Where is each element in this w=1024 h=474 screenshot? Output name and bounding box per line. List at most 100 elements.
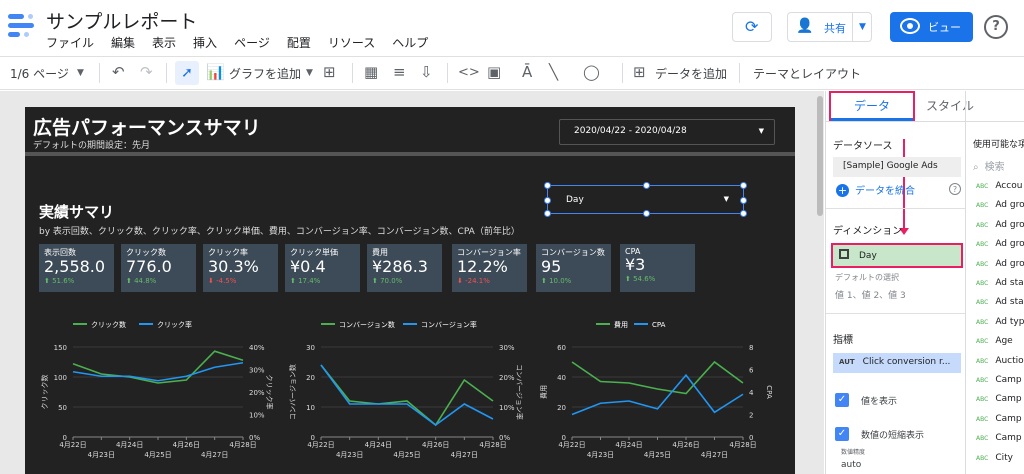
select-pointer-icon[interactable]: ➚ xyxy=(175,61,199,85)
field-item[interactable]: ABC City xyxy=(976,453,1013,463)
chevron-down-icon: ▼ xyxy=(723,195,729,203)
resize-handle[interactable] xyxy=(544,197,551,204)
kpi-value: 30.3% xyxy=(208,257,259,276)
resize-handle[interactable] xyxy=(740,182,747,189)
kpi-delta: ⬇ -4.5% xyxy=(208,277,237,285)
field-search-input[interactable]: ⌕ 検索 xyxy=(973,158,1005,173)
resize-handle[interactable] xyxy=(740,197,747,204)
scorecard-cost[interactable]: 費用 ¥286.3 ⬆ 70.0% xyxy=(367,244,442,292)
x-tick-label: 4月27日 xyxy=(201,451,228,459)
text-type-icon: ABC xyxy=(976,183,989,190)
page-dropdown-icon[interactable]: ▼ xyxy=(77,68,84,78)
app-header: サンプルレポート ファイル 編集 表示 挿入 ページ 配置 リソース ヘルプ ⟳… xyxy=(0,0,1024,55)
menu-resource[interactable]: リソース xyxy=(328,34,375,51)
x-tick-label: 4月26日 xyxy=(173,441,200,449)
field-item[interactable]: ABC Ad sta xyxy=(976,297,1024,307)
field-item[interactable]: ABC Age xyxy=(976,336,1013,346)
field-item[interactable]: ABC Accou xyxy=(976,181,1022,191)
date-range-icon[interactable]: ▦ xyxy=(364,63,378,81)
help-icon[interactable]: ? xyxy=(984,15,1008,39)
y-tick-label: 150 xyxy=(54,344,67,352)
field-item[interactable]: ABC Ad gro xyxy=(976,259,1024,269)
field-item[interactable]: ABC Camp xyxy=(976,414,1022,424)
dimension-chip[interactable]: Day xyxy=(831,243,963,268)
field-item[interactable]: ABC Camp xyxy=(976,433,1022,443)
field-item[interactable]: ABC Ad gro xyxy=(976,239,1024,249)
compact-numbers-label: 数値の短縮表示 xyxy=(861,431,925,441)
scorecard-ctr[interactable]: クリック率 30.3% ⬇ -4.5% xyxy=(203,244,278,292)
blend-data-button[interactable]: + データを統合 xyxy=(836,182,915,197)
resize-handle[interactable] xyxy=(544,182,551,189)
resize-handle[interactable] xyxy=(643,210,650,217)
y-tick-label: 40 xyxy=(557,374,566,382)
redo-icon[interactable]: ↷ xyxy=(140,63,153,81)
day-control-label: Day xyxy=(566,195,584,205)
field-item[interactable]: ABC Camp xyxy=(976,394,1022,404)
menu-help[interactable]: ヘルプ xyxy=(392,34,428,51)
field-item[interactable]: ABC Camp xyxy=(976,375,1022,385)
field-item[interactable]: ABC Ad gro xyxy=(976,200,1024,210)
canvas-scrollbar[interactable] xyxy=(817,96,823,216)
legend-label: コンバージョン数 xyxy=(339,320,395,329)
report-title[interactable]: 広告パフォーマンスサマリ xyxy=(33,113,261,140)
default-selection-values[interactable]: 値 1、値 2、値 3 xyxy=(835,288,906,301)
embed-code-icon[interactable]: <> xyxy=(458,65,480,80)
field-item[interactable]: ABC Ad sta xyxy=(976,278,1024,288)
dimension-filter-control[interactable]: Day ▼ xyxy=(544,182,747,217)
field-item[interactable]: ABC Ad typ xyxy=(976,317,1024,327)
undo-icon[interactable]: ↶ xyxy=(112,63,125,81)
scorecard-impressions[interactable]: 表示回数 2,558.0 ⬆ 51.6% xyxy=(39,244,114,292)
add-chart-button[interactable]: グラフを追加 xyxy=(229,65,301,82)
scorecard-conversions[interactable]: コンバージョン数 95 ⬆ 10.0% xyxy=(536,244,611,292)
resize-handle[interactable] xyxy=(740,210,747,217)
theme-layout-button[interactable]: テーマとレイアウト xyxy=(753,65,861,82)
show-values-checkbox[interactable]: ✓ xyxy=(835,393,849,407)
precision-select[interactable]: auto xyxy=(841,460,861,470)
shape-icon[interactable]: ◯ xyxy=(583,63,600,81)
help-icon[interactable]: ? xyxy=(949,183,961,195)
tab-data[interactable]: データ xyxy=(829,91,915,121)
line-charts[interactable]: クリック数 クリック率0501001500%10%20%30%40%4月22日4月… xyxy=(25,317,795,474)
metric-type-badge: AUT xyxy=(839,358,855,366)
menu-arrange[interactable]: 配置 xyxy=(287,34,311,51)
filter-control-icon[interactable]: ≡ xyxy=(393,63,406,81)
compact-numbers-checkbox[interactable]: ✓ xyxy=(835,427,849,441)
menu-file[interactable]: ファイル xyxy=(46,34,94,51)
add-chart-dropdown-icon[interactable]: ▼ xyxy=(306,68,313,78)
resize-handle[interactable] xyxy=(544,210,551,217)
date-range-control[interactable]: 2020/04/22 - 2020/04/28 ▼ xyxy=(559,119,775,145)
menu-page[interactable]: ページ xyxy=(234,34,270,51)
section-title[interactable]: 実績サマリ xyxy=(39,201,114,222)
image-icon[interactable]: ▣ xyxy=(487,63,501,81)
line-icon[interactable]: ╲ xyxy=(549,63,558,81)
menu-insert[interactable]: 挿入 xyxy=(193,34,217,51)
metric-chip[interactable]: AUT Click conversion r... xyxy=(833,353,961,373)
add-data-icon[interactable]: ⊞ xyxy=(633,63,646,81)
add-chart-icon[interactable]: 📊 xyxy=(206,63,225,81)
view-button[interactable]: ビュー xyxy=(890,12,973,42)
menu-edit[interactable]: 編集 xyxy=(111,34,135,51)
add-component-icon[interactable]: ⊞ xyxy=(323,63,336,81)
report-name[interactable]: サンプルレポート xyxy=(46,7,197,34)
field-item[interactable]: ABC Ad gro xyxy=(976,220,1024,230)
menu-view[interactable]: 表示 xyxy=(152,34,176,51)
chevron-down-icon[interactable]: ▼ xyxy=(852,13,872,41)
divider xyxy=(622,63,623,83)
scorecard-cpa[interactable]: CPA ¥3 ⬆ 54.6% xyxy=(620,244,695,292)
text-box-icon[interactable]: Ā xyxy=(522,63,532,81)
section-subtitle[interactable]: by 表示回数、クリック数、クリック率、クリック単価、費用、コンバージョン率、コ… xyxy=(39,224,520,237)
scorecard-conversion-rate[interactable]: コンバージョン率 12.2% ⬇ -24.1% xyxy=(452,244,527,292)
series-line xyxy=(320,364,494,426)
datasource-selector[interactable]: [Sample] Google Ads xyxy=(833,157,961,177)
data-control-icon[interactable]: ⇩ xyxy=(420,63,433,81)
resize-handle[interactable] xyxy=(643,182,650,189)
page-selector[interactable]: 1/6 ページ xyxy=(10,65,69,82)
share-button[interactable]: 👤 共有 ▼ xyxy=(787,12,872,42)
add-data-button[interactable]: データを追加 xyxy=(655,65,727,82)
scorecard-clicks[interactable]: クリック数 776.0 ⬆ 44.8% xyxy=(121,244,196,292)
available-fields-heading: 使用可能な項目 xyxy=(973,140,1024,150)
field-item[interactable]: ABC Auctio xyxy=(976,356,1024,366)
refresh-button[interactable]: ⟳ xyxy=(732,12,772,42)
report-subtitle[interactable]: デフォルトの期間設定：先月 xyxy=(33,138,150,151)
scorecard-cpc[interactable]: クリック単価 ¥0.4 ⬆ 17.4% xyxy=(285,244,360,292)
